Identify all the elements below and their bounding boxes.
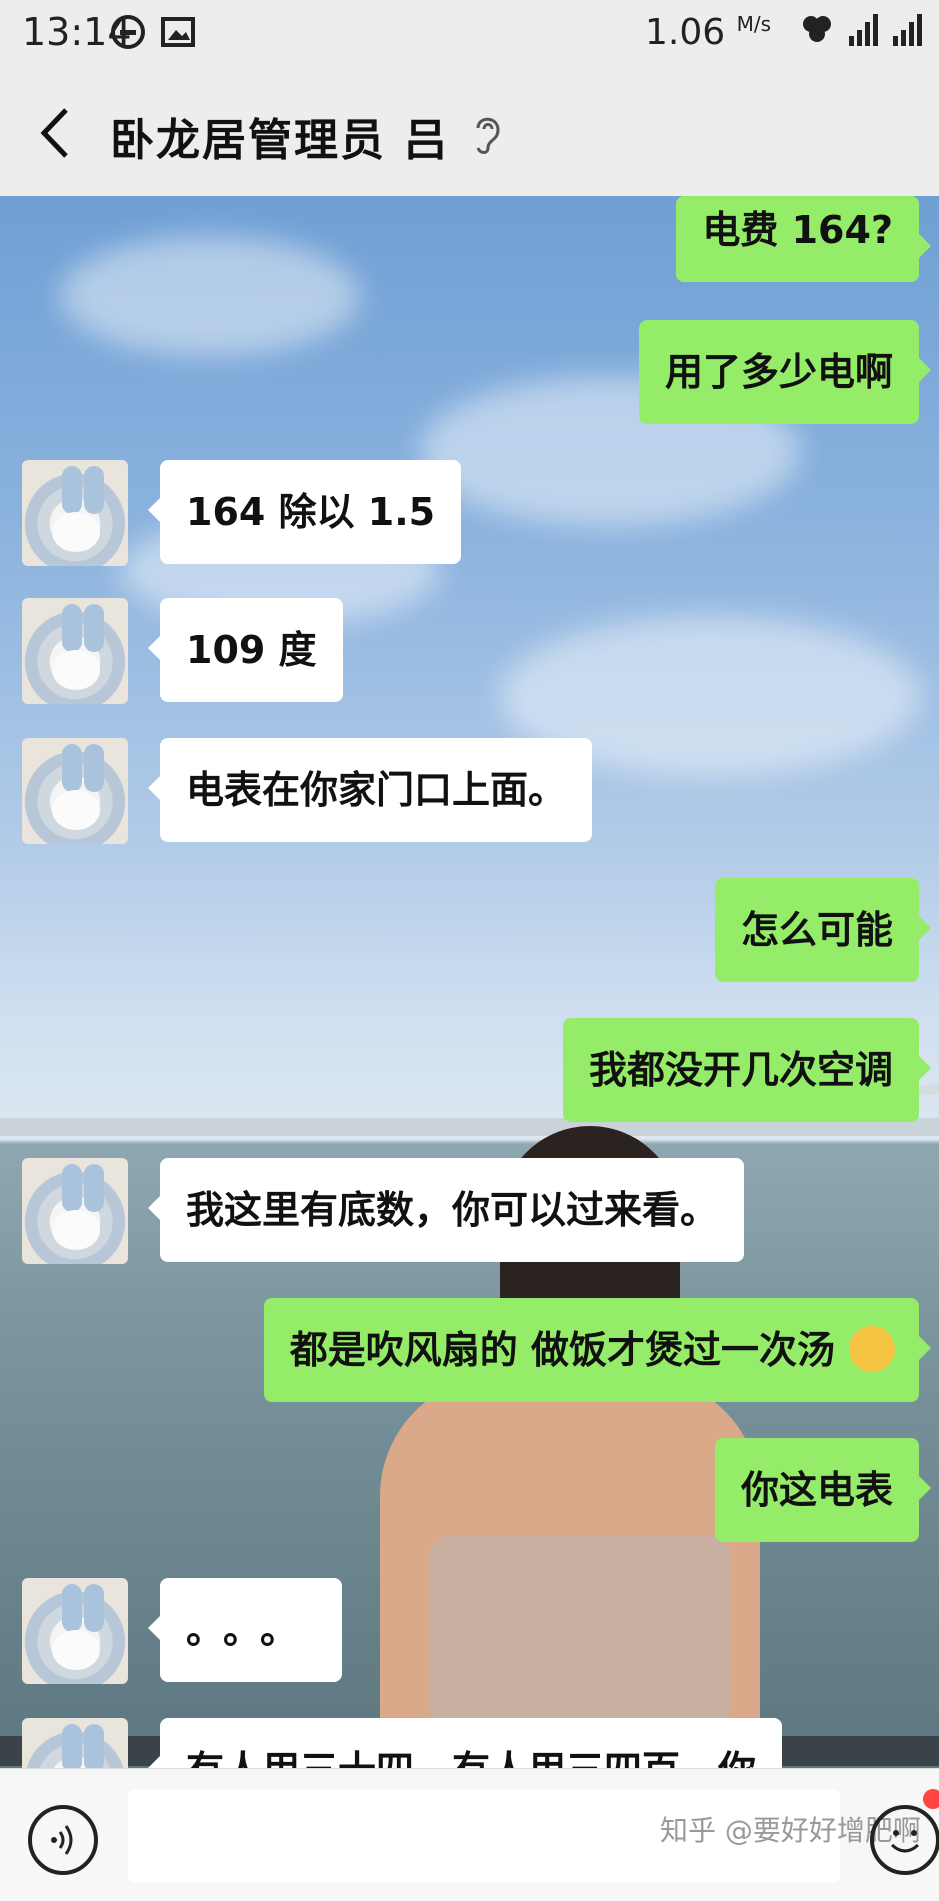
message-bubble-out[interactable]: 你这电表 xyxy=(714,1438,932,1542)
clover-icon xyxy=(803,16,831,42)
signal-icon xyxy=(849,14,878,46)
ear-shape xyxy=(62,466,82,514)
ear-shape xyxy=(84,744,104,792)
notification-dot xyxy=(923,1789,939,1809)
face-shape xyxy=(52,790,100,830)
status-bar: 13:14 1.06 M/s xyxy=(0,0,939,66)
ear-icon xyxy=(476,117,500,154)
avatar[interactable] xyxy=(22,1578,128,1684)
ear-shape xyxy=(84,1724,104,1768)
message-bubble-in[interactable]: 164 除以 1.5 xyxy=(147,460,462,564)
face-shape xyxy=(52,512,100,552)
message-bubble-out[interactable]: 用了多少电啊 xyxy=(638,320,932,424)
image-icon xyxy=(161,17,195,47)
message-bubble-out[interactable]: 怎么可能 xyxy=(714,878,932,982)
speed-unit: M/s xyxy=(736,12,772,36)
message-bubble-in[interactable]: 109 度 xyxy=(148,598,343,702)
avatar[interactable] xyxy=(22,1718,128,1768)
message-text: 都是吹风扇的 做饭才煲过一次汤 xyxy=(289,1328,835,1372)
message-bubble-in[interactable]: 有人用三十四，有人用三四百，你 xyxy=(147,1718,783,1768)
notification-icon xyxy=(111,15,145,49)
ear-shape xyxy=(84,466,104,514)
voice-icon xyxy=(51,1825,73,1855)
emoji-button[interactable] xyxy=(870,1805,939,1875)
input-bar: 知乎 @要好好增肥啊 xyxy=(0,1768,939,1901)
smiley-icon xyxy=(890,1830,920,1853)
avatar[interactable] xyxy=(22,460,128,566)
ear-shape xyxy=(62,1724,82,1768)
face-shape xyxy=(52,650,100,690)
ear-shape xyxy=(62,1584,82,1632)
message-bubble-out[interactable]: 电费 164? xyxy=(676,196,931,282)
chat-header: 卧龙居管理员 吕 xyxy=(0,66,939,197)
ear-shape xyxy=(84,1584,104,1632)
avatar[interactable] xyxy=(22,598,128,704)
ear-shape xyxy=(62,744,82,792)
back-arrow-icon[interactable] xyxy=(32,104,80,162)
sweat-emoji-icon xyxy=(849,1326,895,1372)
cloud-1 xyxy=(60,236,360,356)
message-bubble-in[interactable]: 。。。 xyxy=(147,1578,343,1682)
voice-button[interactable] xyxy=(28,1805,98,1875)
avatar[interactable] xyxy=(22,738,128,844)
message-bubble-in[interactable]: 我这里有底数，你可以过来看。 xyxy=(147,1158,745,1262)
status-icons xyxy=(797,12,925,48)
face-shape xyxy=(52,1630,100,1670)
signal-icon-2 xyxy=(893,14,922,46)
chat-title: 卧龙居管理员 吕 xyxy=(110,115,450,166)
face-shape xyxy=(52,1210,100,1250)
chat-area[interactable]: 电费 164? 用了多少电啊 164 除以 1.5 109 度 电表在你家门口上… xyxy=(0,196,939,1768)
avatar[interactable] xyxy=(22,1158,128,1264)
speed-value: 1.06 xyxy=(645,12,726,53)
ear-shape xyxy=(84,604,104,652)
ear-shape xyxy=(84,1164,104,1212)
ear-shape xyxy=(62,604,82,652)
message-bubble-out[interactable]: 都是吹风扇的 做饭才煲过一次汤 xyxy=(263,1298,932,1402)
message-bubble-out[interactable]: 我都没开几次空调 xyxy=(562,1018,932,1122)
message-bubble-in[interactable]: 电表在你家门口上面。 xyxy=(147,738,593,842)
network-speed: 1.06 M/s xyxy=(645,12,771,53)
ear-shape xyxy=(62,1164,82,1212)
